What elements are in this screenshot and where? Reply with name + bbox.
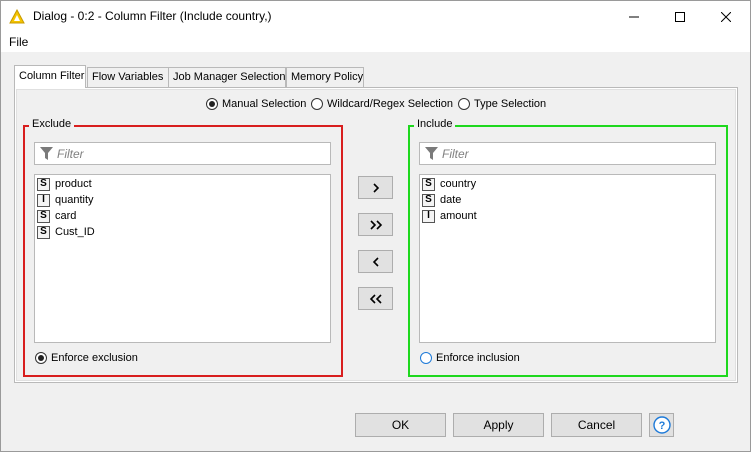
filter-placeholder: Filter [442,147,469,161]
column-name: card [55,210,77,222]
column-name: Cust_ID [55,226,95,238]
maximize-button[interactable] [657,1,703,32]
help-button[interactable]: ? [649,413,674,437]
remove-selected-button[interactable] [358,250,393,273]
include-column-list[interactable]: S country S date I amount [419,174,716,343]
column-name: product [55,178,92,190]
list-item[interactable]: S product [37,176,92,192]
radio-label: Wildcard/Regex Selection [327,98,453,110]
column-name: quantity [55,194,94,206]
funnel-icon [425,147,438,160]
column-name: country [440,178,477,190]
add-all-button[interactable] [358,213,393,236]
chevron-left-icon [372,256,379,267]
tab-flow-variables[interactable]: Flow Variables [87,67,179,88]
close-button[interactable] [703,1,749,32]
include-filter-input[interactable]: Filter [419,142,716,165]
double-chevron-left-icon [369,293,382,304]
radio-label: Manual Selection [222,98,307,110]
maximize-icon [675,11,685,22]
chevron-right-icon [372,182,379,193]
radio-button-icon[interactable] [458,98,470,110]
column-name: date [440,194,462,206]
apply-button[interactable]: Apply [453,413,544,437]
cancel-button[interactable]: Cancel [551,413,642,437]
exclude-filter-input[interactable]: Filter [34,142,331,165]
integer-type-icon: I [422,209,435,223]
integer-type-icon: I [37,193,50,207]
funnel-icon [40,147,53,160]
list-item[interactable]: S Cust_ID [37,224,95,240]
exclude-group: Exclude Filter S product I quantity S ca… [23,118,343,377]
svg-text:?: ? [658,420,665,432]
radio-button-icon[interactable] [420,352,432,364]
radio-type-selection[interactable]: Type Selection [458,98,546,110]
knime-app-icon [9,9,25,24]
list-item[interactable]: S country [422,176,476,192]
add-selected-button[interactable] [358,176,393,199]
selection-mode-row: Manual Selection Wildcard/Regex Selectio… [1,98,751,114]
minimize-icon [629,16,639,17]
tab-memory-policy[interactable]: Memory Policy [286,67,364,88]
column-name: amount [440,210,477,222]
string-type-icon: S [37,225,50,239]
include-group: Include Filter S country S date I amount… [408,118,728,377]
radio-button-icon[interactable] [311,98,323,110]
ok-button[interactable]: OK [355,413,446,437]
tab-job-manager-selection[interactable]: Job Manager Selection [168,67,286,88]
string-type-icon: S [37,177,50,191]
enforce-exclusion-option[interactable]: Enforce exclusion [35,352,138,364]
window-title: Dialog - 0:2 - Column Filter (Include co… [33,9,272,23]
list-item[interactable]: S card [37,208,76,224]
list-item[interactable]: S date [422,192,461,208]
exclude-column-list[interactable]: S product I quantity S card S Cust_ID [34,174,331,343]
radio-manual-selection[interactable]: Manual Selection [206,98,306,110]
string-type-icon: S [422,193,435,207]
exclude-title: Exclude [29,118,75,130]
title-bar[interactable]: Dialog - 0:2 - Column Filter (Include co… [1,1,750,32]
enforce-inclusion-option[interactable]: Enforce inclusion [420,352,520,364]
minimize-button[interactable] [611,1,657,32]
string-type-icon: S [422,177,435,191]
menu-bar: File [1,32,750,52]
include-title: Include [414,118,456,130]
question-icon: ? [652,416,671,434]
list-item[interactable]: I quantity [37,192,94,208]
string-type-icon: S [37,209,50,223]
enforce-exclusion-label: Enforce exclusion [51,352,138,364]
remove-all-button[interactable] [358,287,393,310]
enforce-inclusion-label: Enforce inclusion [436,352,520,364]
close-icon [721,11,731,22]
tab-column-filter[interactable]: Column Filter [14,65,86,88]
menu-file[interactable]: File [9,35,28,49]
radio-button-icon[interactable] [35,352,47,364]
list-item[interactable]: I amount [422,208,477,224]
radio-button-icon[interactable] [206,98,218,110]
radio-wildcard-regex-selection[interactable]: Wildcard/Regex Selection [311,98,453,110]
dialog-window: Dialog - 0:2 - Column Filter (Include co… [0,0,751,452]
double-chevron-right-icon [369,219,382,230]
filter-placeholder: Filter [57,147,84,161]
radio-label: Type Selection [474,98,547,110]
